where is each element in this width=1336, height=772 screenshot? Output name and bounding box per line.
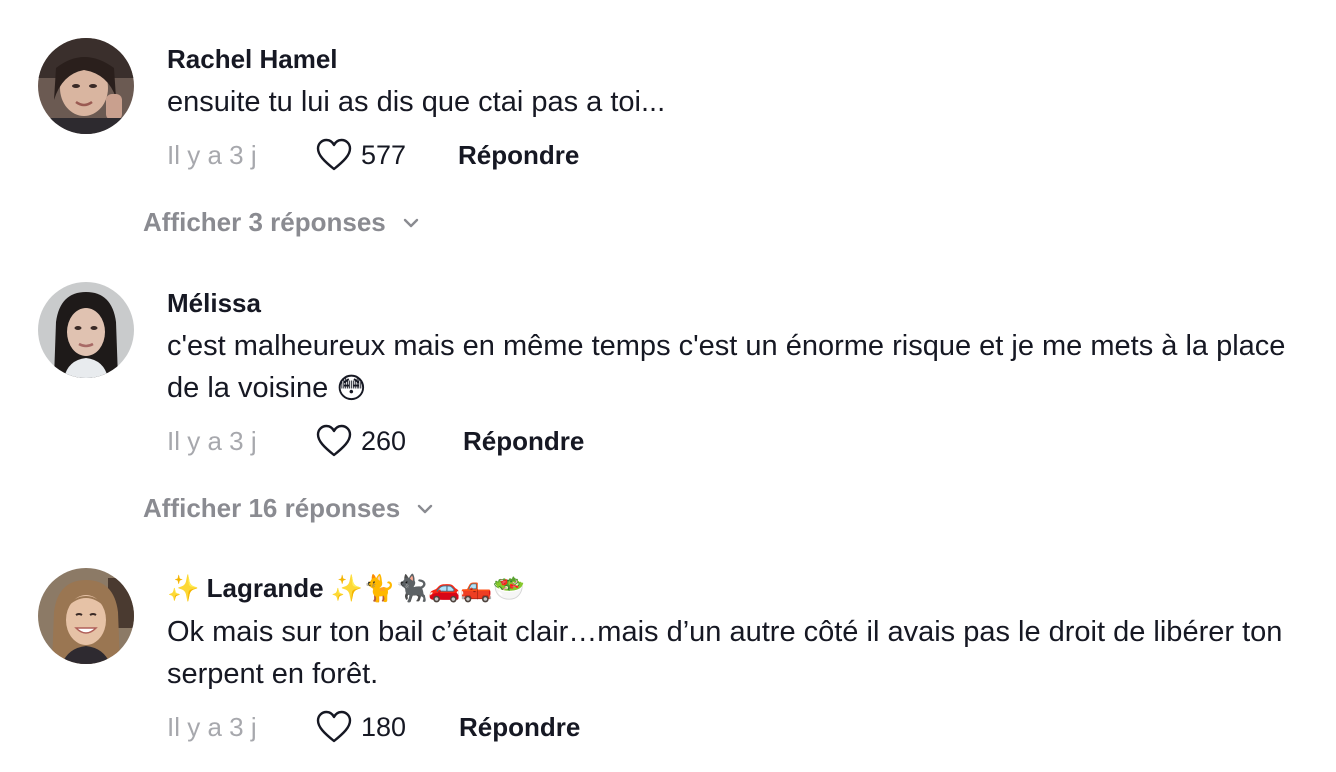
avatar[interactable] [38,568,134,664]
comment-item: ✨ Lagrande ✨🐈🐈‍⬛🚗🛻🥗 Ok mais sur ton bail… [0,0,1336,772]
comment-text: Ok mais sur ton bail c’était clair…mais … [167,616,1283,690]
comment-time: Il y a 3 j [167,711,257,742]
like-count: 180 [361,711,407,742]
reply-button[interactable]: Répondre [459,712,580,743]
heart-icon [316,710,352,743]
comment-meta: Il y a 3 j 180 Répondre [167,709,580,745]
comment-username[interactable]: ✨ Lagrande ✨🐈🐈‍⬛🚗🛻🥗 [167,573,525,603]
username-emojis: ✨🐈🐈‍⬛🚗🛻🥗 [330,573,526,603]
like-button[interactable]: 180 [315,709,406,745]
username-text: Lagrande [206,573,324,603]
sparkles-emoji: ✨ [167,573,200,603]
